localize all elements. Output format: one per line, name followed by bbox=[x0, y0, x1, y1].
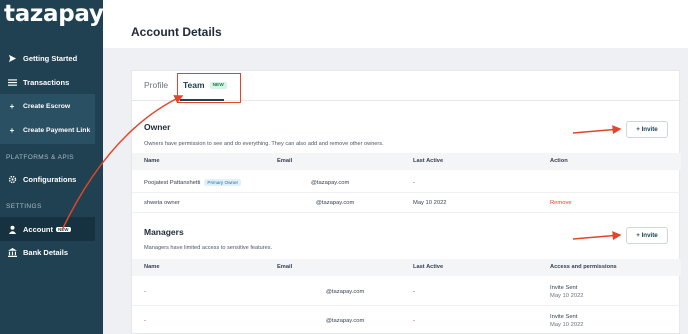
invite-date: May 10 2022 bbox=[550, 293, 584, 299]
sidebar-item-label: Account bbox=[23, 224, 53, 234]
member-last-active: - bbox=[413, 289, 415, 295]
managers-table-header: Name Email Last Active Access and permis… bbox=[132, 259, 681, 276]
invite-date: May 10 2022 bbox=[550, 322, 584, 328]
table-row: - @tazapay.com - Invite Sent May 10 2022 bbox=[132, 277, 681, 306]
plus-icon: + bbox=[9, 125, 15, 135]
column-header: Name bbox=[144, 158, 160, 164]
member-name: Poojatest Pattanshetti Primary Owner bbox=[144, 179, 242, 186]
table-row: shweta owner @tazapay.com May 10 2022 Re… bbox=[132, 193, 681, 213]
tab-profile[interactable]: Profile bbox=[144, 80, 168, 90]
table-row: Poojatest Pattanshetti Primary Owner @taz… bbox=[132, 173, 681, 193]
owner-section-description: Owners have permission to see and do eve… bbox=[144, 141, 384, 147]
member-last-active: - bbox=[413, 318, 415, 324]
managers-section-description: Managers have limited access to sensitiv… bbox=[144, 245, 273, 251]
tazapay-logo: tazapay bbox=[4, 1, 104, 27]
page-title: Account Details bbox=[131, 25, 222, 39]
sidebar-item-label: Configurations bbox=[23, 174, 77, 184]
member-email: @tazapay.com bbox=[316, 200, 355, 206]
primary-owner-badge: Primary Owner bbox=[204, 179, 242, 186]
member-name-text: Poojatest Pattanshetti bbox=[144, 180, 201, 186]
account-card: Profile Team NEW Owner Owners have permis… bbox=[131, 70, 681, 334]
column-header: Email bbox=[277, 158, 293, 164]
member-name: - bbox=[144, 289, 146, 295]
sidebar-item-account[interactable]: Account NEW bbox=[0, 217, 95, 241]
sidebar-item-transactions[interactable]: Transactions bbox=[0, 70, 103, 94]
member-email: @tazapay.com bbox=[326, 318, 365, 324]
sidebar-item-label: Create Payment Link bbox=[23, 126, 91, 134]
member-last-active: - bbox=[413, 180, 415, 186]
column-header: Last Active bbox=[413, 158, 444, 164]
sidebar-item-configurations[interactable]: Configurations bbox=[0, 167, 103, 191]
team-tab-highlight-box bbox=[177, 73, 241, 103]
owner-table-header: Name Email Last Active Action bbox=[132, 153, 681, 170]
new-badge: NEW bbox=[56, 226, 71, 232]
invite-owner-button[interactable]: + Invite bbox=[626, 121, 668, 138]
invite-manager-button[interactable]: + Invite bbox=[626, 227, 668, 244]
sidebar-item-label: Getting Started bbox=[23, 53, 78, 63]
column-header: Name bbox=[144, 264, 160, 270]
member-name: shweta owner bbox=[144, 200, 180, 206]
sidebar-item-create-payment-link[interactable]: + Create Payment Link bbox=[0, 118, 95, 142]
sidebar-item-create-escrow[interactable]: + Create Escrow bbox=[0, 94, 95, 118]
member-email: @tazapay.com bbox=[326, 289, 365, 295]
owner-section-title: Owner bbox=[144, 122, 171, 132]
member-last-active: May 10 2022 bbox=[413, 200, 447, 206]
send-icon bbox=[7, 53, 17, 63]
list-icon bbox=[7, 77, 17, 87]
member-email: @tazapay.com bbox=[311, 180, 350, 186]
sidebar-item-label: Transactions bbox=[23, 77, 70, 87]
sidebar-item-getting-started[interactable]: Getting Started bbox=[0, 46, 103, 70]
plus-icon: + bbox=[9, 101, 15, 111]
column-header: Action bbox=[550, 158, 568, 164]
sidebar-item-label: Create Escrow bbox=[23, 102, 71, 110]
managers-section-title: Managers bbox=[144, 227, 184, 237]
user-icon bbox=[7, 224, 17, 234]
sidebar-item-label: Bank Details bbox=[23, 247, 69, 257]
sidebar-subgroup: + Create Escrow + Create Payment Link bbox=[0, 94, 95, 144]
invite-status: Invite Sent bbox=[550, 314, 578, 320]
page-header: Account Details bbox=[103, 0, 688, 48]
gear-icon bbox=[7, 174, 17, 184]
column-header: Access and permissions bbox=[550, 264, 617, 270]
invite-status: Invite Sent bbox=[550, 285, 578, 291]
table-row: - @tazapay.com - Invite Sent May 10 2022 bbox=[132, 306, 681, 334]
member-name: - bbox=[144, 318, 146, 324]
remove-link[interactable]: Remove bbox=[550, 200, 572, 206]
column-header: Last Active bbox=[413, 264, 444, 270]
section-label-settings: SETTINGS bbox=[6, 203, 42, 210]
column-header: Email bbox=[277, 264, 293, 270]
section-label-platforms: PLATFORMS & APIS bbox=[6, 154, 75, 161]
sidebar: tazapay Getting Started Transactions + C… bbox=[0, 0, 104, 334]
sidebar-item-bank-details[interactable]: Bank Details bbox=[0, 240, 103, 264]
bank-icon bbox=[7, 247, 17, 257]
